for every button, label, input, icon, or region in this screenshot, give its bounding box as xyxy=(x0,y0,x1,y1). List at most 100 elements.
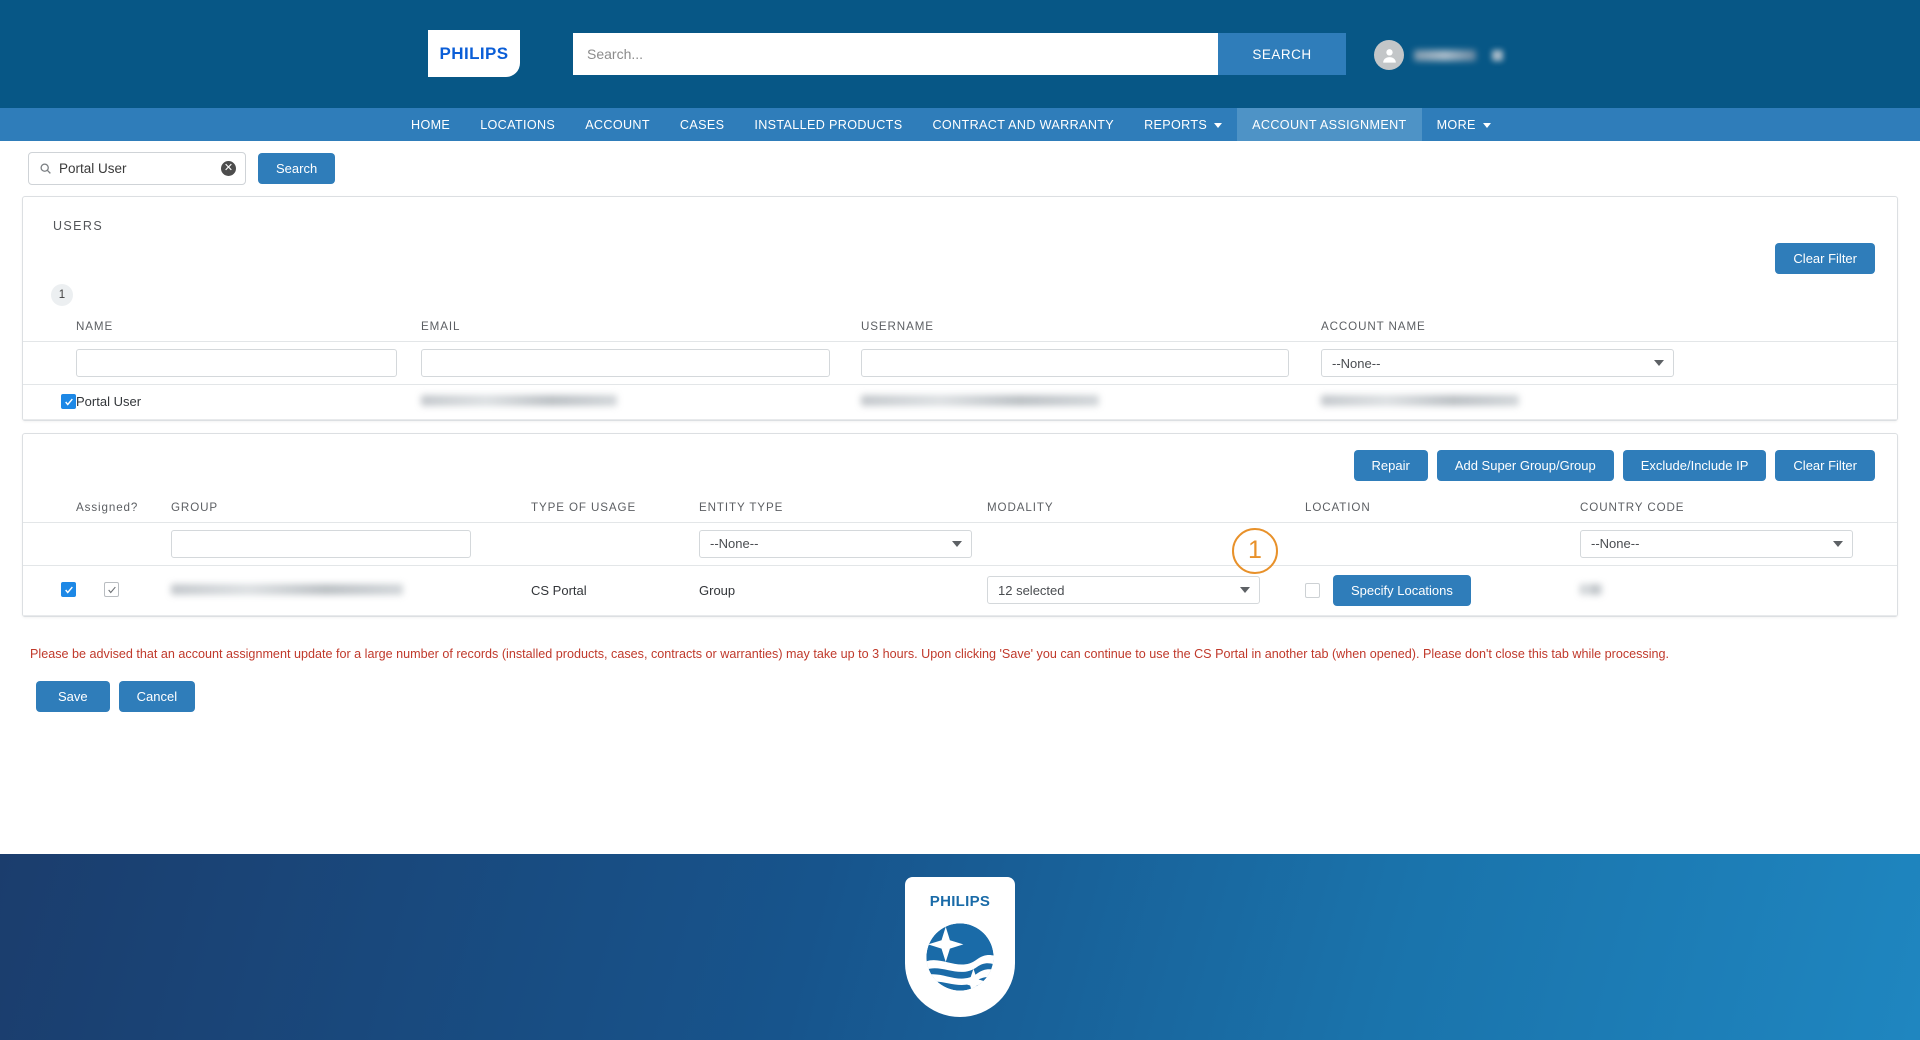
top-header: PHILIPS SEARCH xyxy=(0,0,1920,108)
users-filter-name-input[interactable] xyxy=(76,349,397,377)
form-actions: Save Cancel xyxy=(0,661,1920,712)
groups-table-header-row: Assigned? GROUP TYPE OF USAGE ENTITY TYP… xyxy=(23,495,1897,523)
page-search-button[interactable]: Search xyxy=(258,153,335,184)
chevron-down-icon xyxy=(1654,360,1664,366)
save-button[interactable]: Save xyxy=(36,681,110,712)
nav-item-reports[interactable]: REPORTS xyxy=(1129,108,1237,141)
nav-item-home[interactable]: HOME xyxy=(396,108,465,141)
groups-row-select-cell xyxy=(23,565,76,615)
nav-item-contract-and-warranty[interactable]: CONTRACT AND WARRANTY xyxy=(917,108,1129,141)
users-filter-username-cell xyxy=(861,342,1321,385)
redacted-username xyxy=(861,395,1099,406)
users-column-name: NAME xyxy=(76,314,421,342)
assigned-checkbox[interactable] xyxy=(104,582,119,597)
chevron-down-icon xyxy=(1214,123,1222,128)
users-select-all-header xyxy=(23,314,76,342)
nav-label: HOME xyxy=(411,118,450,132)
avatar-icon xyxy=(1374,40,1404,70)
nav-item-account[interactable]: ACCOUNT xyxy=(570,108,665,141)
redacted-account-name xyxy=(1321,395,1519,406)
groups-filter-spacer-2 xyxy=(76,522,171,565)
page-footer: PHILIPS xyxy=(0,854,1920,1040)
nav-label: LOCATIONS xyxy=(480,118,555,132)
nav-item-more[interactable]: MORE xyxy=(1422,108,1506,141)
user-menu-caret-redacted xyxy=(1492,50,1503,61)
groups-filter-country-code-cell: --None-- xyxy=(1580,522,1897,565)
users-clear-filter-button[interactable]: Clear Filter xyxy=(1775,243,1875,274)
groups-panel: Repair Add Super Group/Group Exclude/Inc… xyxy=(22,433,1898,617)
modality-select[interactable]: 12 selected xyxy=(987,576,1260,604)
chevron-down-icon xyxy=(1833,541,1843,547)
users-filter-account-value: --None-- xyxy=(1332,356,1380,371)
groups-row-modality-cell: 12 selected xyxy=(987,565,1305,615)
users-filter-row: --None-- xyxy=(23,342,1897,385)
philips-footer-logo-text: PHILIPS xyxy=(930,893,990,910)
table-row[interactable]: Portal User xyxy=(23,385,1897,420)
nav-item-locations[interactable]: LOCATIONS xyxy=(465,108,570,141)
users-column-email: EMAIL xyxy=(421,314,861,342)
users-filter-account-select[interactable]: --None-- xyxy=(1321,349,1674,377)
users-row-name: Portal User xyxy=(76,385,421,420)
nav-item-account-assignment[interactable]: ACCOUNT ASSIGNMENT xyxy=(1237,108,1421,141)
groups-column-assigned: Assigned? xyxy=(76,495,171,523)
groups-row-assigned-cell xyxy=(76,565,171,615)
groups-filter-spacer-3 xyxy=(531,522,699,565)
chevron-down-icon xyxy=(1483,123,1491,128)
groups-column-entity-type: ENTITY TYPE xyxy=(699,495,987,523)
groups-row-country-code xyxy=(1580,565,1897,615)
global-search-input[interactable] xyxy=(573,33,1218,75)
redacted-country-code xyxy=(1580,584,1602,595)
groups-select-all-header xyxy=(23,495,76,523)
exclude-include-ip-button[interactable]: Exclude/Include IP xyxy=(1623,450,1767,481)
groups-table: Assigned? GROUP TYPE OF USAGE ENTITY TYP… xyxy=(23,495,1897,616)
global-search-button[interactable]: SEARCH xyxy=(1218,33,1346,75)
nav-label: ACCOUNT ASSIGNMENT xyxy=(1252,118,1406,132)
cancel-button[interactable]: Cancel xyxy=(119,681,195,712)
users-row-username xyxy=(861,385,1321,420)
users-table: NAME EMAIL USERNAME ACCOUNT NAME xyxy=(23,314,1897,420)
groups-row-checkbox[interactable] xyxy=(61,582,76,597)
add-super-group-button[interactable]: Add Super Group/Group xyxy=(1437,450,1614,481)
groups-filter-spacer-4 xyxy=(987,522,1305,565)
nav-label: MORE xyxy=(1437,118,1476,132)
philips-header-logo[interactable]: PHILIPS xyxy=(428,30,520,77)
groups-filter-entity-type-select[interactable]: --None-- xyxy=(699,530,972,558)
table-row[interactable]: CS Portal Group 12 selected Specify Loca… xyxy=(23,565,1897,615)
groups-column-location: LOCATION xyxy=(1305,495,1580,523)
groups-filter-spacer-1 xyxy=(23,522,76,565)
groups-row-type-of-usage: CS Portal xyxy=(531,565,699,615)
users-filter-username-input[interactable] xyxy=(861,349,1289,377)
specify-locations-button[interactable]: Specify Locations xyxy=(1333,575,1471,606)
users-panel-title: USERS xyxy=(23,197,1897,233)
groups-filter-country-code-select[interactable]: --None-- xyxy=(1580,530,1853,558)
groups-panel-actions: Repair Add Super Group/Group Exclude/Inc… xyxy=(23,434,1897,481)
page-search-input[interactable] xyxy=(29,161,245,176)
clear-search-icon[interactable]: ✕ xyxy=(221,161,236,176)
users-panel-actions: Clear Filter xyxy=(23,233,1897,274)
users-panel: USERS Clear Filter 1 NAME EMAIL USERNAME… xyxy=(22,196,1898,421)
nav-label: INSTALLED PRODUCTS xyxy=(754,118,902,132)
groups-row-entity-type: Group xyxy=(699,565,987,615)
nav-item-cases[interactable]: CASES xyxy=(665,108,739,141)
groups-filter-country-code-value: --None-- xyxy=(1591,536,1639,551)
nav-label: REPORTS xyxy=(1144,118,1207,132)
users-filter-email-input[interactable] xyxy=(421,349,830,377)
groups-filter-group-input[interactable] xyxy=(171,530,471,558)
groups-column-modality: MODALITY xyxy=(987,495,1305,523)
nav-label: ACCOUNT xyxy=(585,118,650,132)
groups-filter-spacer-5 xyxy=(1305,522,1580,565)
users-result-count: 1 xyxy=(51,284,73,306)
redacted-email xyxy=(421,395,617,406)
redacted-group-name xyxy=(171,584,403,595)
chevron-down-icon xyxy=(952,541,962,547)
chevron-down-icon xyxy=(1240,587,1250,593)
groups-clear-filter-button[interactable]: Clear Filter xyxy=(1775,450,1875,481)
groups-column-country-code: COUNTRY CODE xyxy=(1580,495,1897,523)
repair-button[interactable]: Repair xyxy=(1354,450,1428,481)
user-menu[interactable] xyxy=(1374,40,1503,70)
nav-item-installed-products[interactable]: INSTALLED PRODUCTS xyxy=(739,108,917,141)
users-row-checkbox[interactable] xyxy=(61,394,76,409)
user-name-redacted xyxy=(1414,50,1476,61)
location-checkbox[interactable] xyxy=(1305,583,1320,598)
groups-column-type-of-usage: TYPE OF USAGE xyxy=(531,495,699,523)
